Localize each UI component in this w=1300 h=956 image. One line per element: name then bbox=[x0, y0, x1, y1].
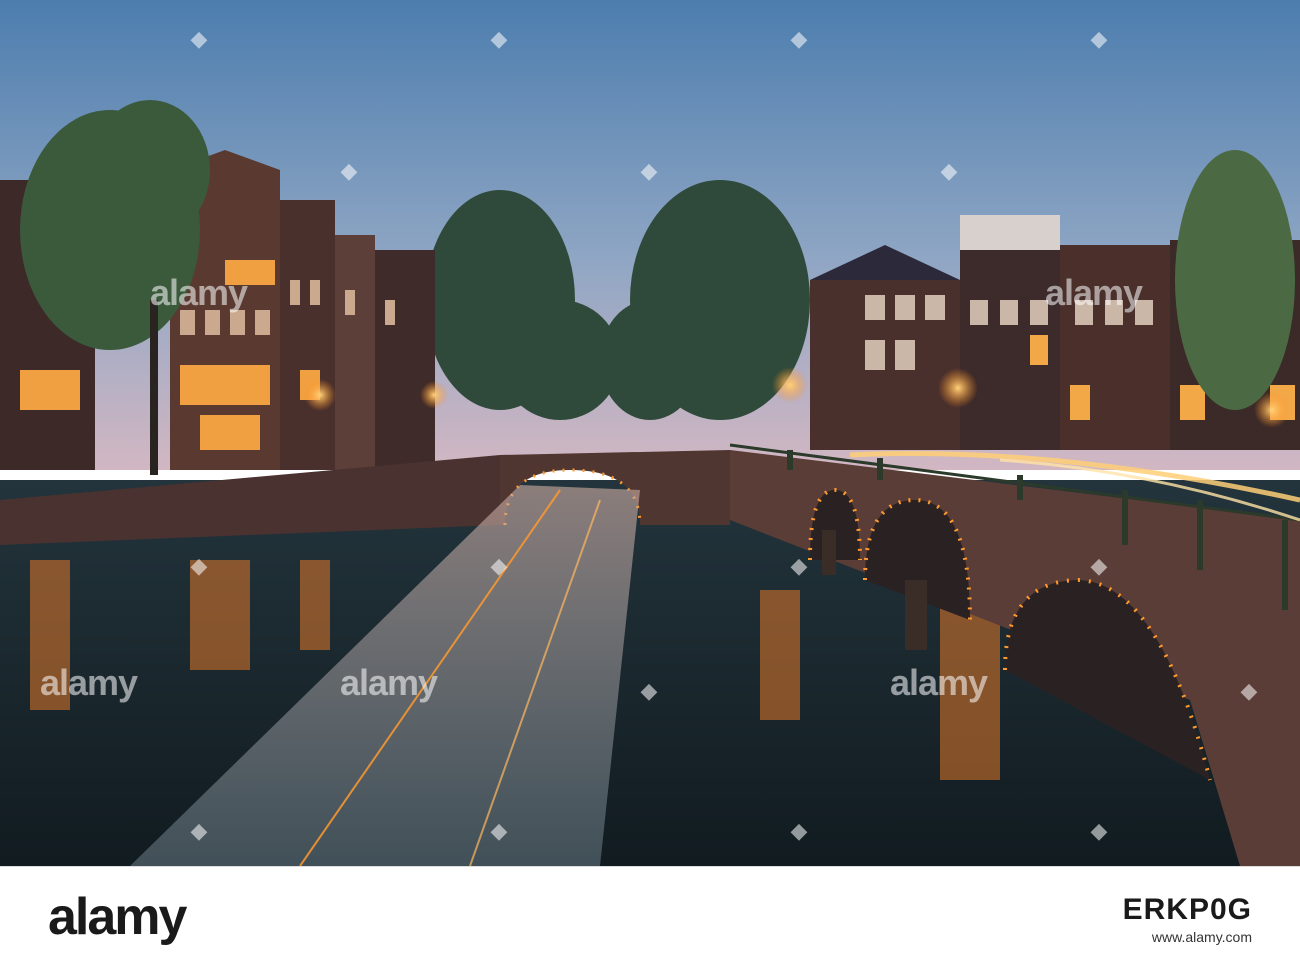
diamond-icon: ◆ bbox=[1240, 678, 1258, 703]
diamond-icon: ◆ bbox=[190, 553, 208, 578]
diamond-icon: ◆ bbox=[490, 26, 508, 51]
photo: alamy alamy alamy alamy alamy ◆ ◆ ◆ ◆ ◆ … bbox=[0, 0, 1300, 866]
diamond-icon: ◆ bbox=[340, 158, 358, 183]
watermark-text: alamy bbox=[150, 272, 248, 313]
diamond-icon: ◆ bbox=[490, 553, 508, 578]
watermark-text: alamy bbox=[340, 662, 438, 703]
diamond-icon: ◆ bbox=[640, 158, 658, 183]
footer-meta: ERKP0G www.alamy.com bbox=[1123, 893, 1252, 945]
diamond-icon: ◆ bbox=[1090, 818, 1108, 843]
footer-url[interactable]: www.alamy.com bbox=[1123, 929, 1252, 945]
diamond-icon: ◆ bbox=[790, 818, 808, 843]
diamond-icon: ◆ bbox=[940, 158, 958, 183]
diamond-icon: ◆ bbox=[640, 678, 658, 703]
diamond-icon: ◆ bbox=[190, 818, 208, 843]
image-code: ERKP0G bbox=[1122, 893, 1252, 926]
diamond-icon: ◆ bbox=[1090, 26, 1108, 51]
diamond-icon: ◆ bbox=[790, 26, 808, 51]
watermark-text: alamy bbox=[1045, 272, 1143, 313]
diamond-icon: ◆ bbox=[490, 818, 508, 843]
diamond-icon: ◆ bbox=[1090, 553, 1108, 578]
watermark-text: alamy bbox=[40, 662, 138, 703]
canal-scene bbox=[0, 0, 1300, 866]
diamond-icon: ◆ bbox=[790, 553, 808, 578]
footer-bar: alamy ERKP0G www.alamy.com bbox=[0, 866, 1300, 956]
watermark-text: alamy bbox=[890, 662, 988, 703]
diamond-icon: ◆ bbox=[190, 26, 208, 51]
footer-logo: alamy bbox=[48, 888, 187, 946]
tree-right bbox=[1175, 150, 1295, 410]
